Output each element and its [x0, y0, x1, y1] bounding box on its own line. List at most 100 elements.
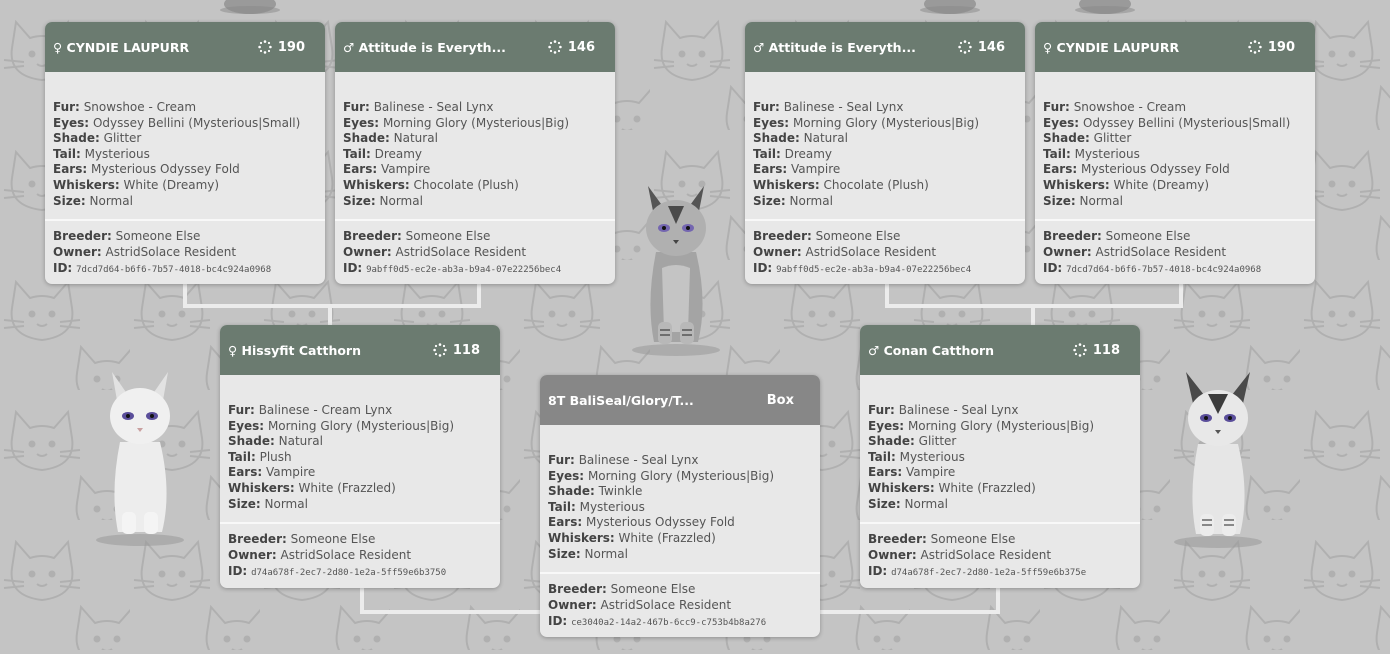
cat-name[interactable]: 8T BaliSeal/Glory/T... — [548, 393, 694, 408]
owner-label: Owner: — [343, 245, 392, 260]
female-icon: ♀ — [1043, 39, 1053, 55]
trait-label: Ears: — [548, 515, 583, 530]
ownership-section: Breeder: Someone Else Owner: AstridSolace… — [45, 219, 325, 283]
cat-card-maternal-grandfather[interactable]: ♂ Attitude is Everyth... 146 Fur: Balinese… — [335, 22, 615, 284]
generation-number: 146 — [567, 39, 595, 55]
breeder-label: Breeder: — [343, 229, 402, 244]
breeder-value: Someone Else — [610, 582, 696, 597]
id-value: 7dcd7d64-b6f6-7b57-4018-bc4c924a0968 — [1066, 265, 1262, 276]
trait-value: Odyssey Bellini (Mysterious|Small) — [92, 115, 301, 130]
card-header[interactable]: ♂ Attitude is Everyth... 146 — [335, 22, 615, 72]
cat-figure-top-c — [1075, 0, 1135, 14]
female-icon: ♀ — [228, 342, 238, 358]
owner-label: Owner: — [53, 245, 102, 260]
trait-label: Whiskers: — [753, 177, 820, 192]
trait-value: Vampire — [905, 465, 956, 480]
trait-label: Eyes: — [343, 115, 380, 130]
id-value: d74a678f-2ec7-2d80-1e2a-5ff59e6b3750 — [251, 568, 447, 579]
trait-label: Tail: — [53, 146, 81, 161]
cat-card-box-offspring[interactable]: 8T BaliSeal/Glory/T... Box Fur: Balinese -… — [540, 375, 820, 637]
id-value: d74a678f-2ec7-2d80-1e2a-5ff59e6b375e — [891, 568, 1087, 579]
trait-value: Normal — [264, 496, 308, 511]
cat-name[interactable]: ♀ Hissyfit Catthorn — [228, 343, 361, 358]
cat-name-text: Hissyfit Catthorn — [241, 342, 361, 358]
generation-number: 146 — [977, 39, 1005, 55]
trait-label: Shade: — [1043, 131, 1090, 146]
id-value: 9abff0d5-ec2e-ab3a-b9a4-07e22256bec4 — [776, 265, 972, 276]
trait-value: Mysterious — [579, 499, 645, 514]
trait-value: Mysterious — [84, 146, 150, 161]
id-row[interactable]: ID: 9abff0d5-ec2e-ab3a-b9a4-07e22256bec4 — [753, 260, 1017, 278]
card-header[interactable]: 8T BaliSeal/Glory/T... Box — [540, 375, 820, 425]
trait-label: Tail: — [228, 449, 256, 464]
id-row[interactable]: ID: d74a678f-2ec7-2d80-1e2a-5ff59e6b375e — [868, 563, 1132, 581]
trait-value: White (Frazzled) — [618, 530, 716, 545]
id-row[interactable]: ID: 9abff0d5-ec2e-ab3a-b9a4-07e22256bec4 — [343, 260, 607, 278]
traits-section: Fur: Snowshoe - Cream Eyes: Odyssey Belli… — [1035, 72, 1315, 219]
generation-badge: 118 — [1073, 343, 1120, 358]
trait-eyes: Eyes: Morning Glory (Mysterious|Big) — [228, 419, 492, 435]
trait-whiskers: Whiskers: White (Frazzled) — [228, 481, 492, 497]
cat-card-maternal-grandmother[interactable]: ♀ CYNDIE LAUPURR 190 Fur: Snowshoe - Cream… — [45, 22, 325, 284]
cat-name-text: Attitude is Everyth... — [768, 39, 916, 55]
trait-value: Morning Glory (Mysterious|Big) — [792, 115, 980, 130]
cat-name[interactable]: ♂ Conan Catthorn — [868, 343, 994, 358]
breeder-value: Someone Else — [930, 532, 1016, 547]
trait-whiskers: Whiskers: White (Dreamy) — [53, 178, 317, 194]
trait-label: Ears: — [228, 465, 263, 480]
card-header[interactable]: ♂ Conan Catthorn 118 — [860, 325, 1140, 375]
trait-eyes: Eyes: Odyssey Bellini (Mysterious|Small) — [1043, 116, 1307, 132]
trait-eyes: Eyes: Morning Glory (Mysterious|Big) — [753, 116, 1017, 132]
id-row[interactable]: ID: 7dcd7d64-b6f6-7b57-4018-bc4c924a0968 — [1043, 260, 1307, 278]
breeder-label: Breeder: — [868, 532, 927, 547]
trait-value: Plush — [259, 449, 292, 464]
trait-value: Vampire — [790, 162, 841, 177]
generation-icon — [433, 343, 447, 357]
trait-shade: Shade: Natural — [228, 434, 492, 450]
breeder-label: Breeder: — [53, 229, 112, 244]
card-header[interactable]: ♂ Attitude is Everyth... 146 — [745, 22, 1025, 72]
trait-value: Glitter — [103, 131, 142, 146]
trait-fur: Fur: Balinese - Seal Lynx — [868, 403, 1132, 419]
trait-label: Tail: — [343, 146, 371, 161]
breeder-value: Someone Else — [405, 229, 491, 244]
generation-badge: 146 — [548, 40, 595, 55]
id-row[interactable]: ID: d74a678f-2ec7-2d80-1e2a-5ff59e6b3750 — [228, 563, 492, 581]
id-row[interactable]: ID: 7dcd7d64-b6f6-7b57-4018-bc4c924a0968 — [53, 260, 317, 278]
cat-card-paternal-grandmother[interactable]: ♀ CYNDIE LAUPURR 190 Fur: Snowshoe - Cream… — [1035, 22, 1315, 284]
cat-card-mother[interactable]: ♀ Hissyfit Catthorn 118 Fur: Balinese - Cr… — [220, 325, 500, 588]
trait-eyes: Eyes: Odyssey Bellini (Mysterious|Small) — [53, 116, 317, 132]
card-header[interactable]: ♀ CYNDIE LAUPURR 190 — [45, 22, 325, 72]
id-row[interactable]: ID: ce3040a2-14a2-467b-6cc9-c753b4b8a276 — [548, 613, 812, 631]
card-header[interactable]: ♀ CYNDIE LAUPURR 190 — [1035, 22, 1315, 72]
trait-value: Vampire — [265, 465, 316, 480]
trait-label: Fur: — [548, 453, 575, 467]
cat-figure-right — [1174, 372, 1262, 548]
trait-tail: Tail: Mysterious — [548, 500, 812, 516]
trait-size: Size: Normal — [1043, 194, 1307, 210]
trait-ears: Ears: Mysterious Odyssey Fold — [1043, 162, 1307, 178]
trait-fur: Fur: Balinese - Cream Lynx — [228, 403, 492, 419]
trait-label: Size: — [228, 496, 261, 511]
trait-value: Balinese - Seal Lynx — [373, 100, 494, 114]
cat-name-text: CYNDIE LAUPURR — [66, 39, 190, 55]
traits-section: Fur: Balinese - Seal Lynx Eyes: Morning G… — [860, 375, 1140, 522]
id-label: ID: — [53, 261, 73, 276]
owner-value: AstridSolace Resident — [395, 245, 527, 260]
card-header[interactable]: ♀ Hissyfit Catthorn 118 — [220, 325, 500, 375]
trait-value: Twinkle — [598, 484, 643, 499]
trait-value: Dreamy — [784, 146, 833, 161]
cat-card-father[interactable]: ♂ Conan Catthorn 118 Fur: Balinese - Seal … — [860, 325, 1140, 588]
cat-name[interactable]: ♀ CYNDIE LAUPURR — [53, 40, 189, 55]
cat-card-paternal-grandfather[interactable]: ♂ Attitude is Everyth... 146 Fur: Balinese… — [745, 22, 1025, 284]
cat-name[interactable]: ♂ Attitude is Everyth... — [343, 40, 506, 55]
trait-label: Shade: — [868, 434, 915, 449]
male-icon: ♂ — [753, 39, 765, 55]
trait-eyes: Eyes: Morning Glory (Mysterious|Big) — [343, 116, 607, 132]
generation-badge: 190 — [258, 40, 305, 55]
cat-name[interactable]: ♀ CYNDIE LAUPURR — [1043, 40, 1179, 55]
trait-label: Whiskers: — [343, 177, 410, 192]
cat-name[interactable]: ♂ Attitude is Everyth... — [753, 40, 916, 55]
traits-section: Fur: Balinese - Cream Lynx Eyes: Morning … — [220, 375, 500, 522]
owner-row: Owner: AstridSolace Resident — [1043, 244, 1307, 260]
